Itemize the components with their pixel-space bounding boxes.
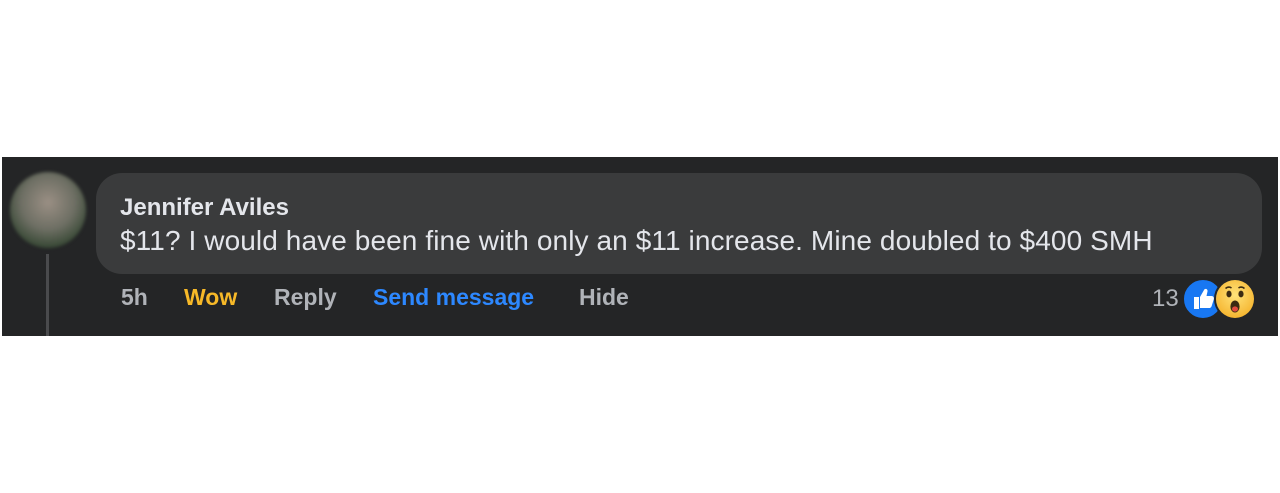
thread-line (46, 254, 49, 336)
hide-button[interactable]: Hide (579, 284, 629, 311)
reply-button[interactable]: Reply (274, 284, 337, 311)
reaction-count[interactable]: 13 (1152, 285, 1179, 313)
avatar[interactable] (10, 172, 86, 248)
wow-icon[interactable] (1214, 278, 1256, 320)
reaction-button[interactable]: Wow (184, 284, 237, 311)
comment-text: $11? I would have been fine with only an… (120, 225, 1153, 256)
send-message-button[interactable]: Send message (373, 284, 534, 311)
comment-author[interactable]: Jennifer Aviles (120, 194, 289, 222)
comment-timestamp[interactable]: 5h (121, 284, 148, 311)
comment-bubble (96, 173, 1262, 274)
